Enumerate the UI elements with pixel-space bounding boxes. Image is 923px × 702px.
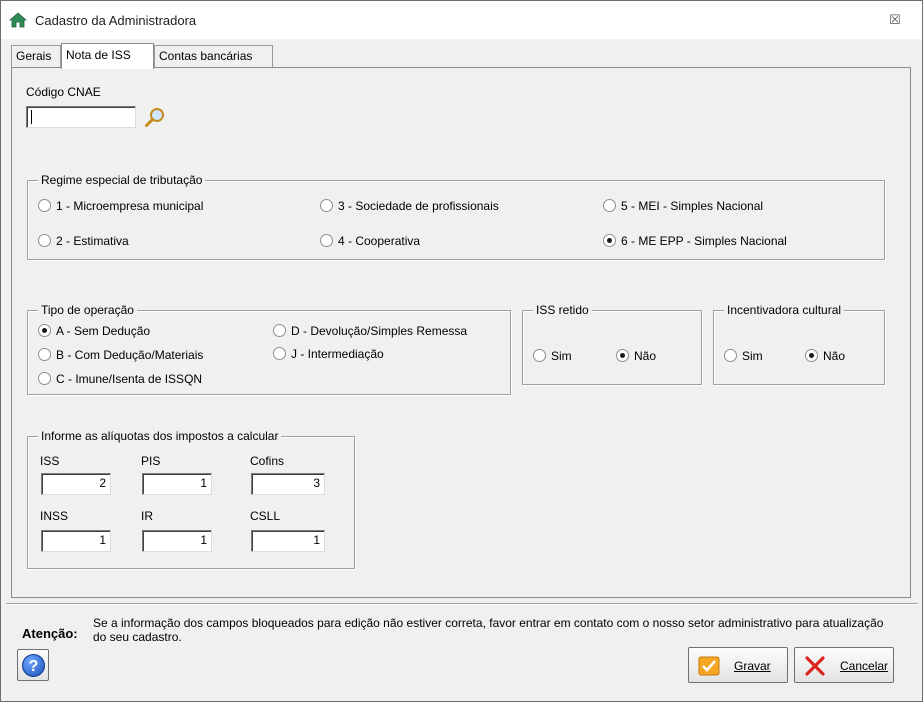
tab-nota-de-iss[interactable]: Nota de ISS [61,43,154,69]
pis-label: PIS [141,454,161,468]
cofins-label: Cofins [250,454,285,468]
cofins-input[interactable]: 3 [251,473,325,495]
regime-legend: Regime especial de tributação [38,173,206,187]
tab-gerais[interactable]: Gerais [11,45,61,67]
footer-divider [6,603,918,605]
radio-dot [273,347,286,361]
radio-incentivadora-sim[interactable]: Sim [724,348,763,364]
tab-label: Contas bancárias [159,49,253,63]
operacao-legend: Tipo de operação [38,303,137,317]
aliquotas-legend: Informe as alíquotas dos impostos a calc… [38,429,282,443]
help-icon: ? [22,654,45,677]
close-x-icon [805,656,825,676]
csll-input[interactable]: 1 [251,530,325,552]
radio-dot [38,372,51,386]
radio-regime-3[interactable]: 3 - Sociedade de profissionais [320,198,499,214]
radio-dot [724,349,737,363]
radio-operacao-c[interactable]: C - Imune/Isenta de ISSQN [38,371,202,387]
cancel-label: Cancelar [840,659,889,673]
radio-regime-4[interactable]: 4 - Cooperativa [320,233,420,249]
radio-dot [533,349,546,363]
radio-iss-retido-nao[interactable]: Não [616,348,656,364]
close-button[interactable]: ☒ [885,11,905,29]
cancel-button[interactable]: Cancelar [794,647,894,683]
radio-regime-6[interactable]: 6 - ME EPP - Simples Nacional [603,233,787,249]
regime-group: Regime especial de tributação 1 - Microe… [27,173,885,260]
ir-input[interactable]: 1 [142,530,212,552]
text-caret [31,110,32,124]
iss-retido-legend: ISS retido [533,303,592,317]
tab-panel-nota-de-iss: Código CNAE Regime especial de tributaçã… [11,67,911,598]
dialog-window: Cadastro da Administradora ☒ Gerais Nota… [0,0,923,702]
radio-dot [38,348,51,362]
cnae-input[interactable] [26,106,136,128]
radio-dot [38,324,51,338]
attention-text: Se a informação dos campos bloqueados pa… [93,616,884,644]
radio-iss-retido-sim[interactable]: Sim [533,348,572,364]
inss-label: INSS [40,509,69,523]
radio-dot [320,199,333,213]
window-title: Cadastro da Administradora [35,13,197,28]
radio-dot [38,199,51,213]
iss-input[interactable]: 2 [41,473,111,495]
footer: Atenção: Se a informação dos campos bloq… [1,603,922,701]
radio-regime-2[interactable]: 2 - Estimativa [38,233,129,249]
radio-incentivadora-nao[interactable]: Não [805,348,845,364]
magnifier-icon[interactable] [144,107,166,128]
radio-dot [273,324,286,338]
inss-input[interactable]: 1 [41,530,111,552]
iss-retido-group: ISS retido Sim Não [522,303,702,385]
help-button[interactable]: ? [17,649,49,681]
cnae-label: Código CNAE [26,85,101,99]
radio-dot [616,349,629,363]
save-label: Gravar [734,659,771,673]
radio-regime-5[interactable]: 5 - MEI - Simples Nacional [603,198,763,214]
csll-label: CSLL [250,509,281,523]
iss-label: ISS [40,454,60,468]
radio-regime-1[interactable]: 1 - Microempresa municipal [38,198,203,214]
operacao-group: Tipo de operação A - Sem Dedução B - Com… [27,303,511,395]
save-button[interactable]: Gravar [688,647,788,683]
radio-operacao-j[interactable]: J - Intermediação [273,346,384,362]
radio-dot [320,234,333,248]
tab-label: Gerais [16,49,52,63]
radio-operacao-a[interactable]: A - Sem Dedução [38,323,150,339]
home-icon [9,12,27,28]
incentivadora-group: Incentivadora cultural Sim Não [713,303,885,385]
tab-label: Nota de ISS [66,48,131,62]
incentivadora-legend: Incentivadora cultural [724,303,845,317]
aliquotas-group: Informe as alíquotas dos impostos a calc… [27,429,355,569]
checkmark-icon [698,656,720,676]
attention-label: Atenção: [22,626,78,641]
title-bar: Cadastro da Administradora ☒ [1,1,922,39]
radio-operacao-b[interactable]: B - Com Dedução/Materiais [38,347,203,363]
radio-dot [603,199,616,213]
tab-contas-bancarias[interactable]: Contas bancárias [154,45,273,67]
pis-input[interactable]: 1 [142,473,212,495]
radio-operacao-d[interactable]: D - Devolução/Simples Remessa [273,323,467,339]
radio-dot [38,234,51,248]
radio-dot [603,234,616,248]
radio-dot [805,349,818,363]
ir-label: IR [141,509,153,523]
